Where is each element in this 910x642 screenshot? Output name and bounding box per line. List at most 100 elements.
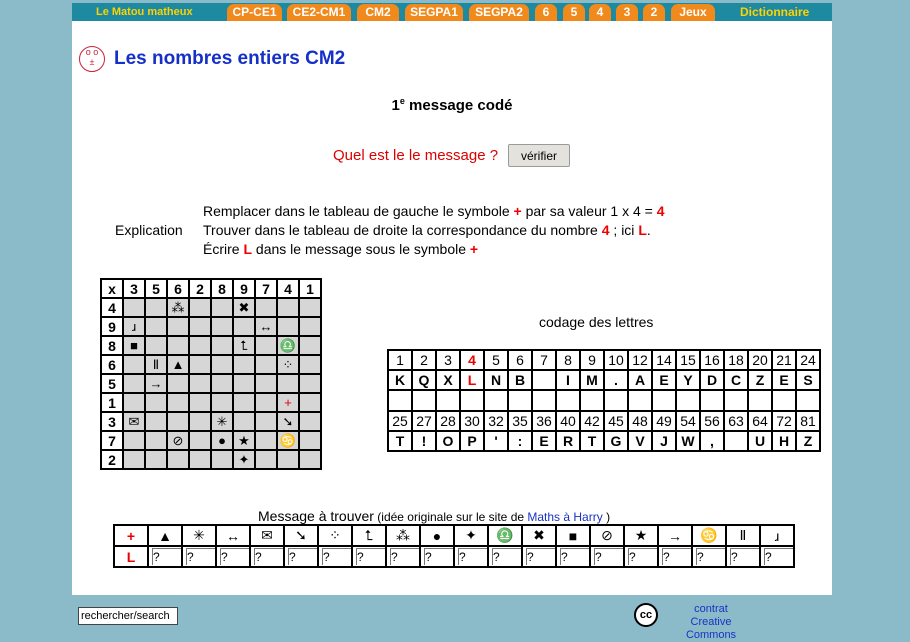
tab-4[interactable]: 4: [589, 4, 611, 21]
code-cell: 54: [675, 410, 701, 432]
code-cell: 63: [723, 410, 749, 432]
cat-face-icon: o o ±: [79, 46, 105, 72]
brand-link[interactable]: Le Matou matheux: [96, 3, 193, 21]
expl-text: par sa valeur 1 x 4 =: [521, 203, 657, 219]
message-label: Message à trouver (idée originale sur le…: [258, 508, 610, 524]
grid-row-label: 7: [100, 430, 124, 451]
answer-input[interactable]: ?: [424, 548, 453, 565]
code-cell: 7: [531, 349, 557, 371]
tab-5[interactable]: 5: [563, 4, 585, 21]
answer-cell: ?: [759, 545, 795, 568]
answer-input[interactable]: ?: [322, 548, 351, 565]
license-line-1[interactable]: contrat: [694, 603, 728, 615]
grid-cell: [122, 430, 146, 451]
grid-cell: [298, 316, 322, 337]
tab-ce2-cm1[interactable]: CE2-CM1: [287, 4, 351, 21]
grid-cell: ■: [122, 335, 146, 356]
message-symbol: ⊘: [589, 524, 625, 547]
grid-cell: [254, 335, 278, 356]
answer-input[interactable]: ?: [560, 548, 589, 565]
answer-input[interactable]: ?: [492, 548, 521, 565]
tab-cp-ce1[interactable]: CP-CE1: [227, 4, 282, 21]
code-cell: 24: [795, 349, 821, 371]
grid-cell: [232, 316, 256, 337]
code-cell: ,: [699, 430, 725, 452]
grid-cell: [254, 392, 278, 413]
grid-cell: [144, 430, 168, 451]
code-cell: 15: [675, 349, 701, 371]
answer-cell: ?: [487, 545, 523, 568]
answer-cell: ?: [725, 545, 761, 568]
dictionary-link[interactable]: Dictionnaire: [740, 3, 809, 21]
code-cell: J: [651, 430, 677, 452]
answer-input[interactable]: ?: [288, 548, 317, 565]
grid-cell: [276, 316, 300, 337]
answer-input[interactable]: ?: [526, 548, 555, 565]
grid-row: 3 ✉ ✳ ➘: [100, 411, 322, 432]
license-link[interactable]: contrat Creative Commons: [666, 603, 756, 642]
message-symbol: ɹ: [759, 524, 795, 547]
code-cell: [723, 430, 749, 452]
grid-header-cell: 3: [122, 278, 146, 299]
answer-input[interactable]: ?: [662, 548, 691, 565]
check-button[interactable]: vérifier: [508, 144, 570, 167]
answer-cell: ?: [351, 545, 387, 568]
tab-segpa2[interactable]: SEGPA2: [469, 4, 529, 21]
answer-input[interactable]: ?: [254, 548, 283, 565]
tab-6[interactable]: 6: [535, 4, 557, 21]
grid-cell: [254, 373, 278, 394]
code-cell: 9: [579, 349, 605, 371]
tab-jeux[interactable]: Jeux: [671, 4, 715, 21]
code-cell: [771, 389, 797, 412]
answer-input[interactable]: ?: [458, 548, 487, 565]
creative-commons-icon[interactable]: cc: [634, 603, 658, 627]
code-cell: 81: [795, 410, 821, 432]
code-cell: 12: [627, 349, 653, 371]
answer-input[interactable]: ?: [628, 548, 657, 565]
message-symbol: ⁂: [385, 524, 421, 547]
code-cell: L: [459, 369, 485, 391]
code-cell: 35: [507, 410, 533, 432]
grid-cell: [210, 354, 234, 375]
code-cell: Q: [411, 369, 437, 391]
code-cell: 32: [483, 410, 509, 432]
grid-cell: [298, 335, 322, 356]
code-cell: 30: [459, 410, 485, 432]
answer-input[interactable]: ?: [730, 548, 759, 565]
tab-segpa1[interactable]: SEGPA1: [405, 4, 463, 21]
code-cell: Z: [747, 369, 773, 391]
code-cell: [627, 389, 653, 412]
tab-2[interactable]: 2: [643, 4, 665, 21]
grid-row: 1 +: [100, 392, 322, 413]
grid-cell: [144, 411, 168, 432]
code-cell: 4: [459, 349, 485, 371]
tab-cm2[interactable]: CM2: [357, 4, 399, 21]
grid-row-label: 6: [100, 354, 124, 375]
tab-3[interactable]: 3: [616, 4, 638, 21]
answer-input[interactable]: ?: [356, 548, 385, 565]
answer-input[interactable]: ?: [594, 548, 623, 565]
search-input[interactable]: [78, 607, 178, 625]
answer-input[interactable]: ?: [152, 548, 181, 565]
answer-input[interactable]: ?: [220, 548, 249, 565]
grid-cell: [298, 297, 322, 318]
answer-input[interactable]: ?: [696, 548, 725, 565]
grid-cell: [254, 297, 278, 318]
grid-row-label: 5: [100, 373, 124, 394]
license-line-2[interactable]: Creative Commons: [686, 616, 736, 641]
code-cell: D: [699, 369, 725, 391]
answer-input[interactable]: ?: [186, 548, 215, 565]
grid-cell: [210, 297, 234, 318]
code-cell: [699, 389, 725, 412]
maths-a-harry-link[interactable]: Maths à Harry: [527, 510, 602, 524]
grid-cell: [188, 449, 212, 470]
answer-input[interactable]: ?: [390, 548, 419, 565]
exercise-title-text: message codé: [404, 97, 513, 114]
answer-input[interactable]: ?: [764, 548, 793, 565]
exercise-number: 1: [391, 97, 400, 114]
grid-row-label: 8: [100, 335, 124, 356]
grid-cell: [122, 392, 146, 413]
top-nav-bar: Le Matou matheux CP-CE1 CE2-CM1 CM2 SEGP…: [72, 3, 832, 21]
grid-cell: ★: [232, 430, 256, 451]
code-cell: 42: [579, 410, 605, 432]
